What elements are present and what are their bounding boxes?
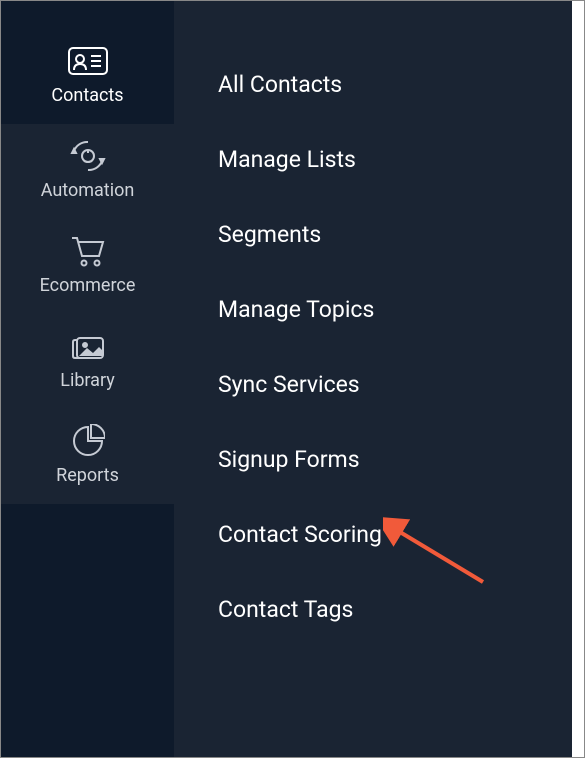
contacts-icon	[67, 45, 109, 77]
submenu-item-contact-tags[interactable]: Contact Tags	[174, 572, 572, 647]
automation-icon	[67, 140, 109, 172]
sidebar-item-ecommerce[interactable]: Ecommerce	[1, 219, 174, 314]
submenu-contacts: All Contacts Manage Lists Segments Manag…	[174, 1, 572, 757]
library-icon	[67, 330, 109, 362]
submenu-item-manage-lists[interactable]: Manage Lists	[174, 122, 572, 197]
submenu-item-signup-forms[interactable]: Signup Forms	[174, 422, 572, 497]
sidebar-nav: Contacts Automation	[1, 1, 174, 757]
submenu-item-segments[interactable]: Segments	[174, 197, 572, 272]
sidebar-item-automation[interactable]: Automation	[1, 124, 174, 219]
submenu-item-sync-services[interactable]: Sync Services	[174, 347, 572, 422]
sidebar-item-reports[interactable]: Reports	[1, 409, 174, 504]
sidebar-item-label: Contacts	[51, 85, 123, 106]
submenu-item-all-contacts[interactable]: All Contacts	[174, 47, 572, 122]
submenu-item-contact-scoring[interactable]: Contact Scoring	[174, 497, 572, 572]
sidebar-item-label: Automation	[41, 180, 135, 201]
sidebar-item-label: Library	[60, 370, 115, 391]
reports-icon	[67, 425, 109, 457]
sidebar-item-label: Ecommerce	[40, 275, 136, 296]
sidebar-item-contacts[interactable]: Contacts	[1, 29, 174, 124]
background-content	[570, 1, 584, 757]
sidebar-item-library[interactable]: Library	[1, 314, 174, 409]
sidebar-item-label: Reports	[56, 465, 119, 486]
submenu-item-manage-topics[interactable]: Manage Topics	[174, 272, 572, 347]
cart-icon	[67, 235, 109, 267]
app-container: Contacts Automation	[0, 0, 585, 758]
